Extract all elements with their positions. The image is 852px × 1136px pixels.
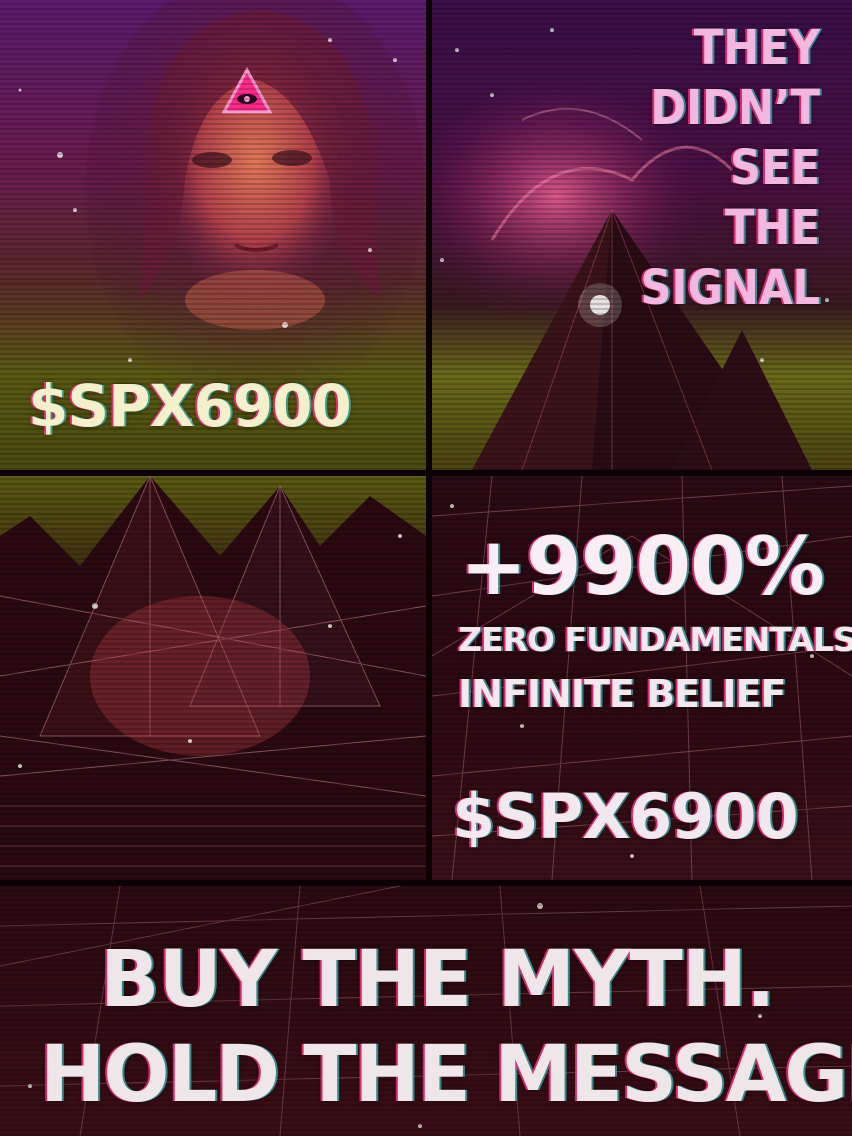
tagline-line: SIGNAL bbox=[640, 260, 820, 316]
tagline-line: THE bbox=[724, 200, 820, 256]
grid-divider bbox=[0, 880, 852, 886]
slogan-line-2: HOLD THE MESSAGE. bbox=[40, 1030, 852, 1120]
gain-percentage: +9900% bbox=[460, 520, 825, 613]
wireframe-figure-panel bbox=[0, 476, 426, 880]
sub-line-belief: INFINITE BELIEF bbox=[458, 672, 786, 716]
ticker-symbol-mid: $SPX6900 bbox=[452, 780, 799, 853]
tagline-line: SEE bbox=[729, 140, 820, 196]
tagline: THEY DIDN’T SEE THE SIGNAL bbox=[640, 18, 820, 318]
grid-divider bbox=[426, 0, 432, 880]
slogan-line-1: BUY THE MYTH. bbox=[100, 935, 776, 1025]
tagline-line: THEY bbox=[693, 20, 820, 76]
wireframe-pyramids-image bbox=[0, 476, 426, 880]
ticker-symbol-top: $SPX6900 bbox=[28, 372, 352, 440]
tagline-line: DIDN’T bbox=[650, 80, 820, 136]
poster: $SPX6900 THEY DIDN’T SEE THE SIGNAL +990… bbox=[0, 0, 852, 1136]
grid-divider bbox=[0, 470, 852, 476]
sub-line-fundamentals: ZERO FUNDAMENTALS bbox=[458, 620, 852, 659]
